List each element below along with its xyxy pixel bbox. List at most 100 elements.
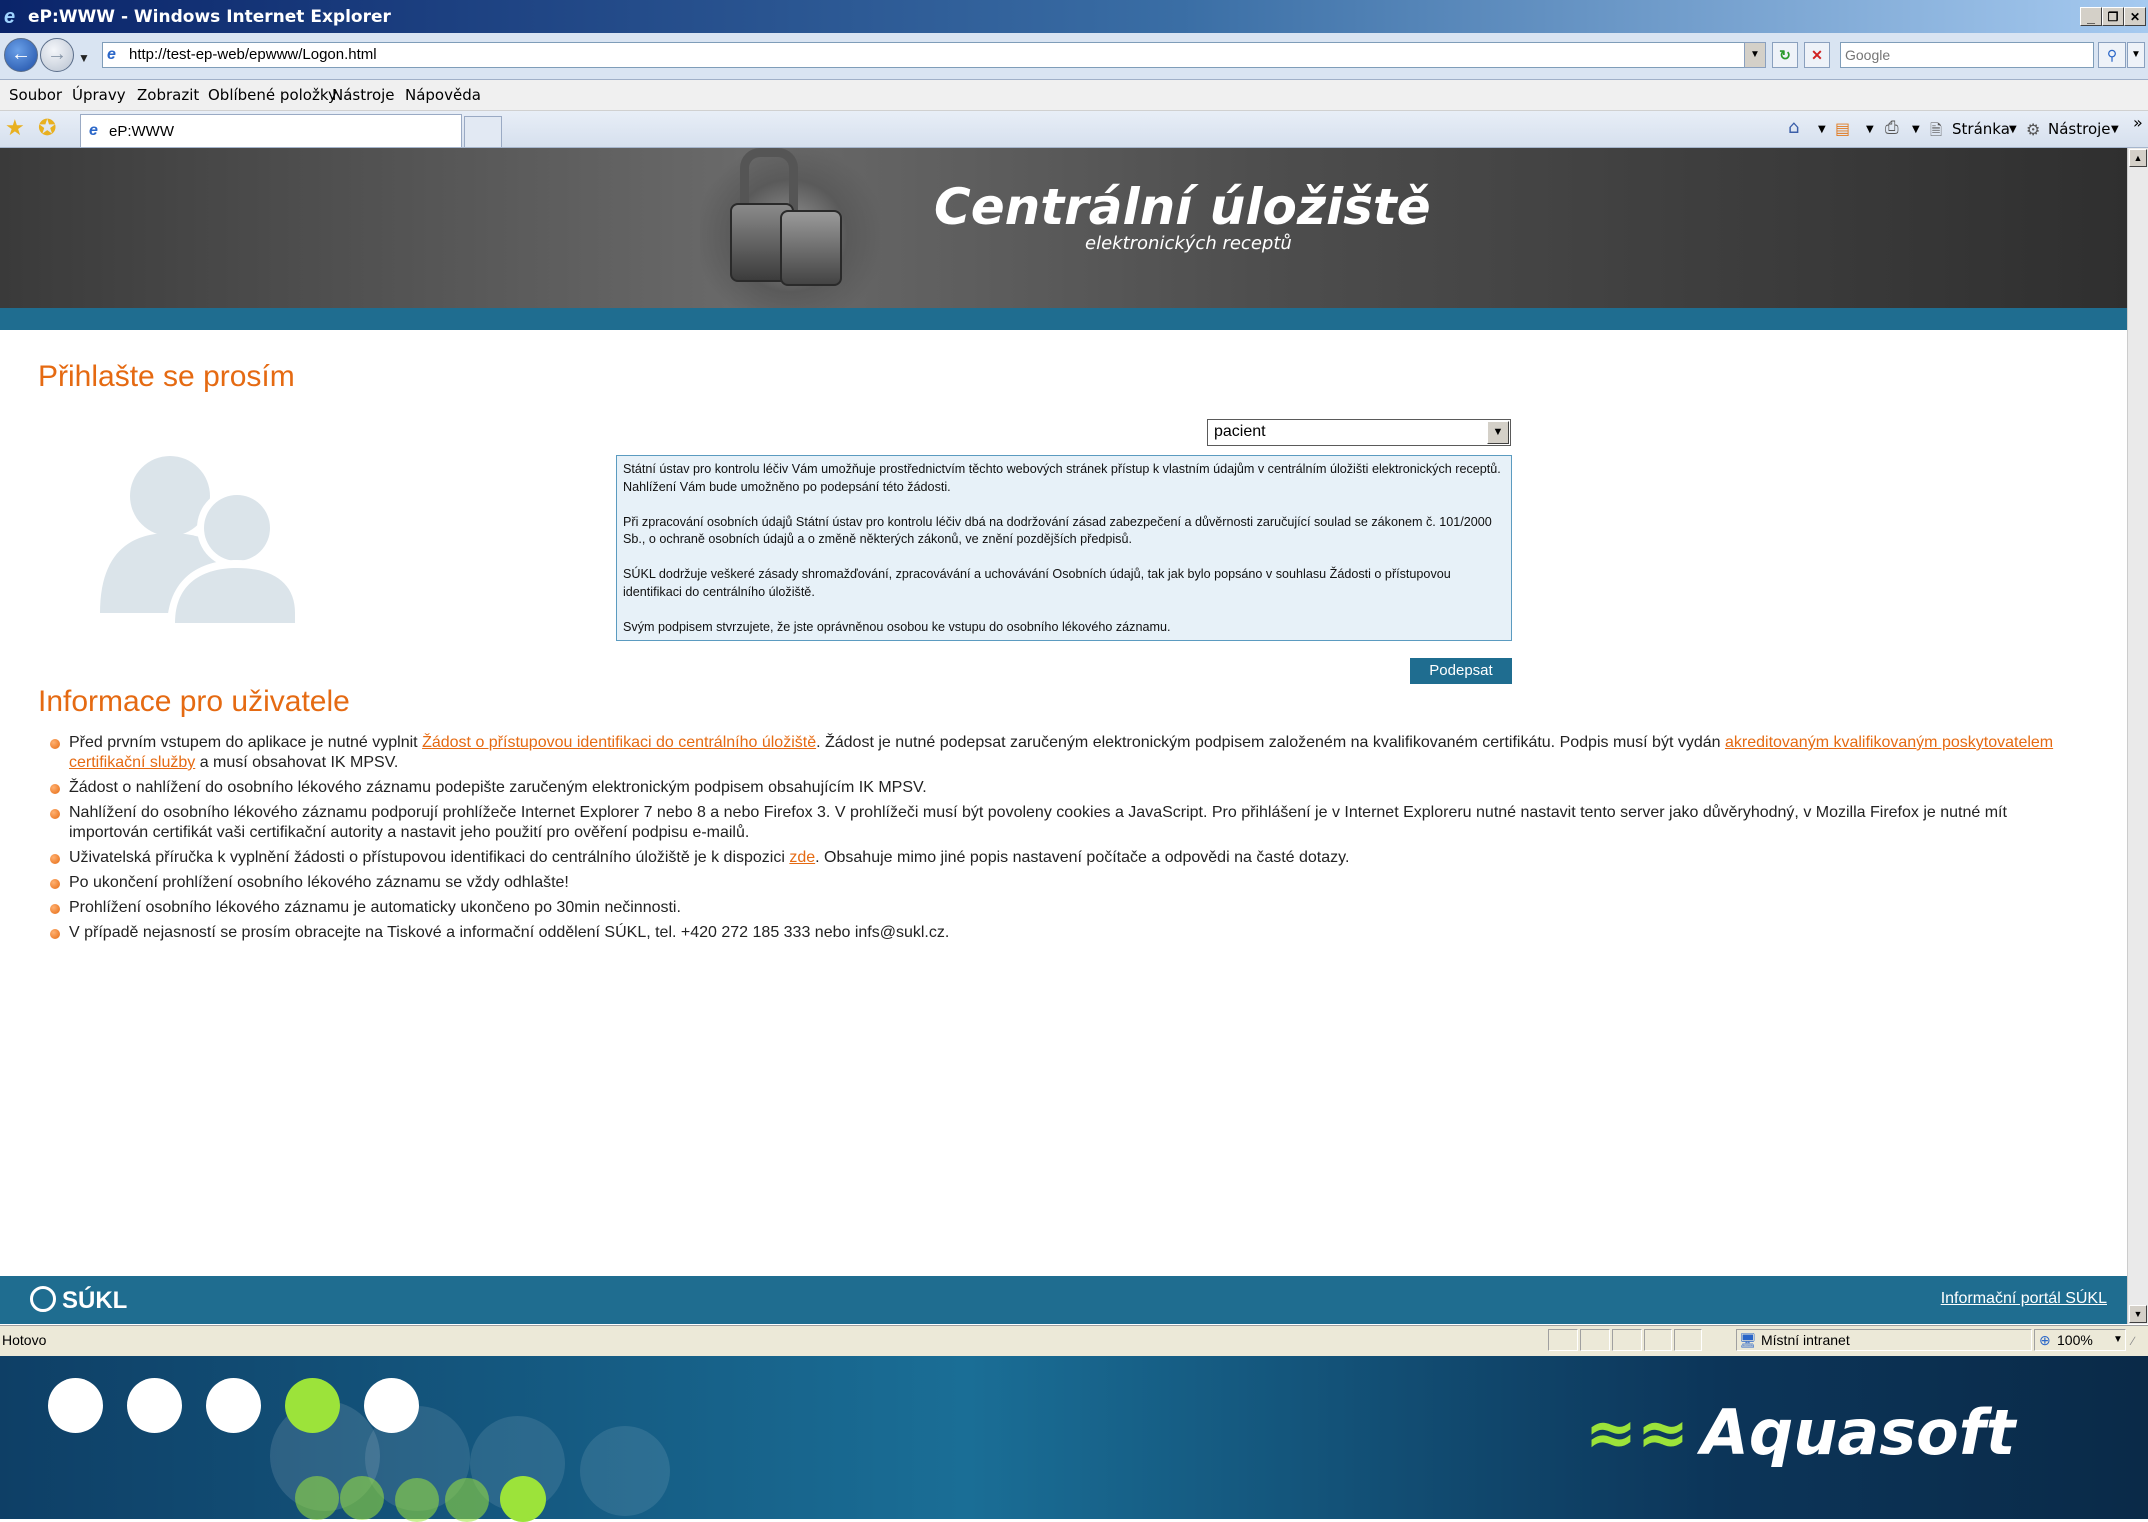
list-item-text: . Obsahuje mimo jiné popis nastavení poč… xyxy=(815,849,1350,866)
sukl-logo-text: SÚKL xyxy=(62,1287,128,1314)
status-pane xyxy=(1548,1329,1578,1351)
print-icon[interactable]: ⎙ xyxy=(1885,118,1899,138)
address-bar[interactable]: e http://test-ep-web/epwww/Logon.html xyxy=(102,42,1766,68)
address-dropdown-button[interactable]: ▼ xyxy=(1744,42,1766,68)
url-text: http://test-ep-web/epwww/Logon.html xyxy=(129,46,377,63)
chevron-down-icon[interactable]: ▼ xyxy=(1487,421,1509,444)
home-icon[interactable]: ⌂ xyxy=(1788,117,1799,138)
favorites-star-icon[interactable]: ★ xyxy=(5,117,25,139)
window-title: eP:WWW - Windows Internet Explorer xyxy=(28,7,391,27)
menu-help[interactable]: Nápověda xyxy=(405,86,481,104)
tools-menu[interactable]: Nástroje xyxy=(2048,120,2111,138)
menu-file[interactable]: Soubor xyxy=(9,86,62,104)
list-item: V případě nejasností se prosím obracejte… xyxy=(48,923,2088,943)
role-select-value: pacient xyxy=(1214,423,1266,440)
role-select[interactable]: pacient ▼ xyxy=(1207,419,1511,446)
menu-favorites[interactable]: Oblíbené položky xyxy=(208,86,337,104)
list-item-text: Uživatelská příručka k vyplnění žádosti … xyxy=(69,849,790,866)
page-icon: e xyxy=(107,46,116,63)
address-toolbar: ← → ▼ e http://test-ep-web/epwww/Logon.h… xyxy=(0,33,2148,80)
scroll-down-arrow-icon[interactable]: ▼ xyxy=(2129,1305,2147,1323)
tools-dropdown-icon[interactable]: ▼ xyxy=(2111,124,2119,135)
application-form-link[interactable]: Žádost o přístupovou identifikaci do cen… xyxy=(422,734,816,751)
home-dropdown-icon[interactable]: ▼ xyxy=(1818,124,1826,135)
padlock-icon xyxy=(780,210,842,286)
manual-link[interactable]: zde xyxy=(789,849,815,866)
list-item: Nahlížení do osobního lékového záznamu p… xyxy=(48,803,2088,843)
page-viewport: Centrální úložiště elektronických recept… xyxy=(0,148,2127,1324)
status-pane xyxy=(1674,1329,1702,1351)
list-item: Před prvním vstupem do aplikace je nutné… xyxy=(48,733,2088,773)
header-banner: Centrální úložiště elektronických recept… xyxy=(0,148,2127,308)
scroll-up-arrow-icon[interactable]: ▲ xyxy=(2129,149,2147,167)
search-box[interactable] xyxy=(1840,42,2094,68)
menu-view[interactable]: Zobrazit xyxy=(137,86,199,104)
page-icon: e xyxy=(89,122,98,139)
page-menu[interactable]: Stránka xyxy=(1952,120,2010,138)
zone-pane[interactable]: 🖥 Místní intranet xyxy=(1736,1329,2032,1351)
stop-button[interactable]: ✕ xyxy=(1804,42,1830,68)
aquasoft-banner: ≈≈ Aquasoft xyxy=(0,1356,2148,1522)
back-button[interactable]: ← xyxy=(4,38,38,72)
decor-circle xyxy=(580,1426,670,1516)
menu-tools[interactable]: Nástroje xyxy=(332,86,395,104)
feeds-icon[interactable]: ▤ xyxy=(1835,119,1850,138)
sign-button[interactable]: Podepsat xyxy=(1410,658,1512,684)
consent-text-box: Státní ústav pro kontrolu léčiv Vám umož… xyxy=(616,455,1512,641)
list-item: Uživatelská příručka k vyplnění žádosti … xyxy=(48,848,2088,868)
forward-arrow-icon: → xyxy=(47,43,67,65)
intranet-icon: 🖥 xyxy=(1739,1332,1757,1348)
sukl-logo[interactable]: SÚKL xyxy=(30,1286,127,1315)
consent-paragraph: SÚKL dodržuje veškeré zásady shromažďová… xyxy=(623,567,1451,599)
page-footer: SÚKL Informační portál SÚKL xyxy=(0,1276,2127,1324)
feeds-dropdown-icon[interactable]: ▼ xyxy=(1866,124,1874,135)
vertical-scrollbar[interactable]: ▲ ▼ xyxy=(2127,148,2148,1324)
menu-edit[interactable]: Úpravy xyxy=(72,86,126,104)
zoom-dropdown-icon[interactable]: ▼ xyxy=(2113,1334,2123,1345)
add-favorite-icon[interactable]: ✪ xyxy=(38,117,56,139)
stop-icon: ✕ xyxy=(1811,47,1823,63)
status-text: Hotovo xyxy=(2,1332,47,1348)
refresh-icon: ↻ xyxy=(1779,47,1791,63)
forward-button[interactable]: → xyxy=(40,38,74,72)
list-item-text: Před prvním vstupem do aplikace je nutné… xyxy=(69,734,423,751)
print-dropdown-icon[interactable]: ▼ xyxy=(1912,124,1920,135)
back-arrow-icon: ← xyxy=(11,43,31,65)
status-pane xyxy=(1612,1329,1642,1351)
history-dropdown-icon[interactable]: ▼ xyxy=(78,51,90,65)
search-input[interactable] xyxy=(1841,43,2087,67)
list-item-text: a musí obsahovat IK MPSV. xyxy=(195,754,399,771)
decor-dot xyxy=(500,1476,546,1522)
zone-text: Místní intranet xyxy=(1761,1332,1850,1348)
info-heading: Informace pro uživatele xyxy=(38,685,350,718)
resize-grip-icon[interactable]: ∕ xyxy=(2132,1334,2134,1348)
decor-dot xyxy=(127,1378,182,1433)
info-portal-link[interactable]: Informační portál SÚKL xyxy=(1941,1290,2107,1308)
list-item-text: . Žádost je nutné podepsat zaručeným ele… xyxy=(816,734,1725,751)
search-button[interactable]: ⚲ xyxy=(2098,42,2126,68)
search-options-button[interactable]: ▼ xyxy=(2127,42,2145,68)
close-button[interactable]: ✕ xyxy=(2124,7,2146,26)
maximize-button[interactable]: ❐ xyxy=(2102,7,2124,26)
status-bar: Hotovo 🖥 Místní intranet ⊕ 100% ▼ ∕ xyxy=(0,1325,2148,1356)
login-heading: Přihlašte se prosím xyxy=(38,360,295,393)
zoom-control[interactable]: ⊕ 100% ▼ xyxy=(2034,1329,2126,1351)
page-dropdown-icon[interactable]: ▼ xyxy=(2009,124,2017,135)
tab-active[interactable]: e eP:WWW xyxy=(80,114,462,147)
menu-bar: Soubor Úpravy Zobrazit Oblíbené položky … xyxy=(0,80,2148,111)
favorites-tab-bar: ★ ✪ e eP:WWW ⌂ ▼ ▤ ▼ ⎙ ▼ 🗎 Stránka ▼ ⚙ N… xyxy=(0,111,2148,148)
banner-title: Centrální úložiště xyxy=(934,178,1431,236)
new-tab-button[interactable] xyxy=(464,116,502,147)
page-menu-icon: 🗎 xyxy=(1930,121,1943,139)
toolbar-overflow-button[interactable]: » xyxy=(2133,113,2143,132)
aquasoft-name: Aquasoft xyxy=(1700,1396,2016,1469)
refresh-button[interactable]: ↻ xyxy=(1772,42,1798,68)
window-title-bar[interactable]: e eP:WWW - Windows Internet Explorer _ ❐… xyxy=(0,0,2148,33)
decor-dot xyxy=(445,1478,489,1522)
info-list: Před prvním vstupem do aplikace je nutné… xyxy=(48,733,2088,948)
decor-dot xyxy=(48,1378,103,1433)
list-item: Prohlížení osobního lékového záznamu je … xyxy=(48,898,2088,918)
aquasoft-wave-icon: ≈≈ xyxy=(1585,1396,1689,1469)
aquasoft-logo: ≈≈ Aquasoft xyxy=(1585,1396,2015,1469)
minimize-button[interactable]: _ xyxy=(2080,7,2102,26)
